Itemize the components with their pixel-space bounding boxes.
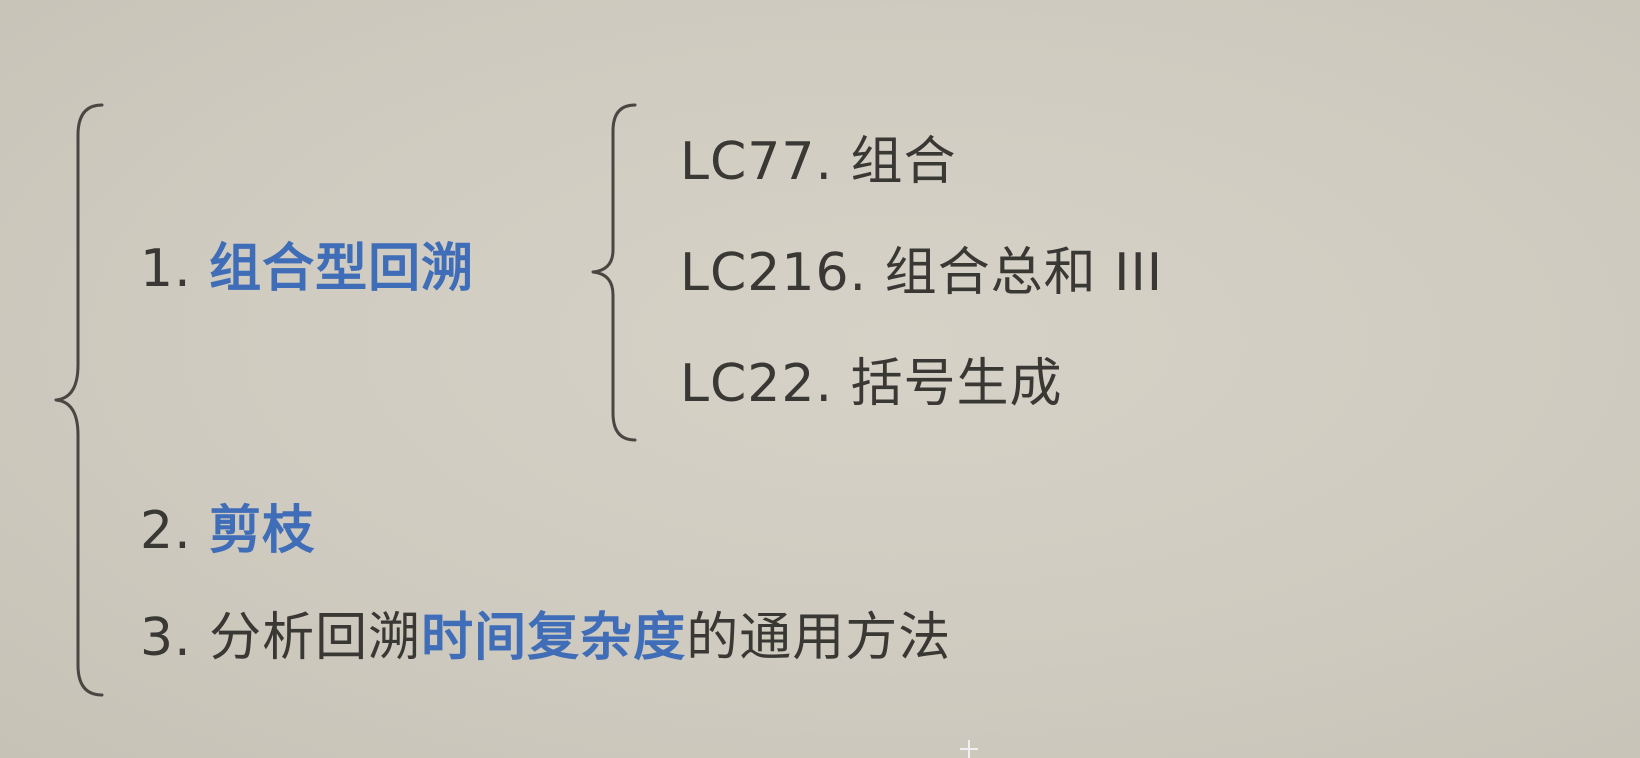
inner-brace (591, 103, 637, 442)
item-1: 1. 组合型回溯 (140, 243, 474, 295)
item-1-number: 1. (140, 239, 210, 299)
item-3-number: 3. (140, 608, 210, 668)
item-1-child-1: LC77. 组合 (680, 132, 957, 192)
item-2-highlight: 剪枝 (209, 501, 316, 561)
item-1-child-2: LC216. 组合总和 III (680, 243, 1164, 303)
item-3-suffix: 的通用方法 (686, 608, 952, 668)
item-3-highlight: 时间复杂度 (421, 608, 687, 668)
item-2: 2. 剪枝 (140, 505, 315, 557)
item-3-prefix: 分析回溯 (209, 608, 422, 668)
crosshair-cursor-icon (960, 740, 978, 758)
item-1-child-3: LC22. 括号生成 (680, 354, 1063, 414)
item-3: 3. 分析回溯时间复杂度的通用方法 (140, 612, 951, 664)
slide: 1. 组合型回溯 LC77. 组合 LC216. 组合总和 III LC22. … (0, 0, 1640, 758)
item-1-highlight: 组合型回溯 (209, 239, 475, 299)
item-2-number: 2. (140, 501, 210, 561)
outer-brace (54, 103, 104, 697)
